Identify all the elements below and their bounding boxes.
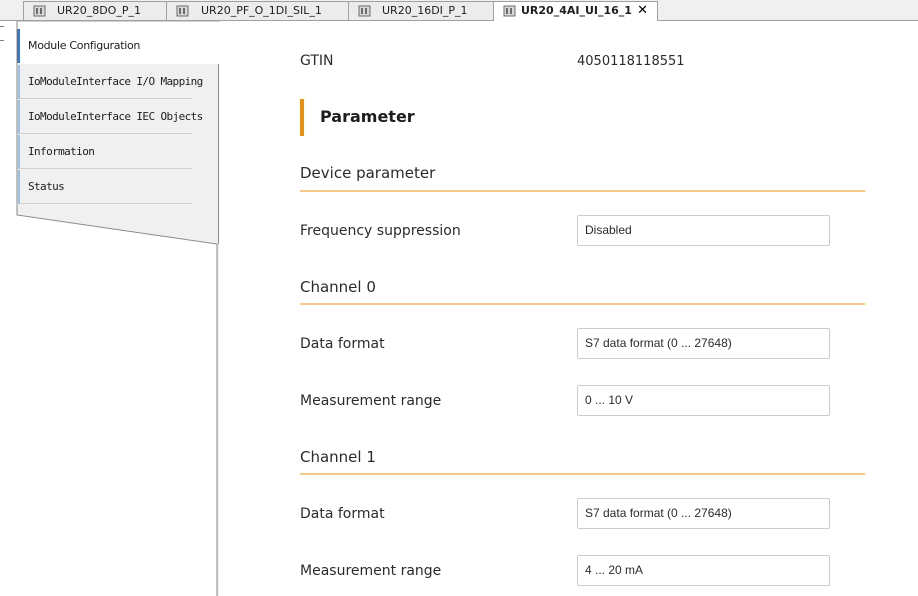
section-divider — [300, 190, 865, 192]
tab-label: UR20_8DO_P_1 — [57, 4, 141, 17]
parameter-heading: Parameter — [320, 107, 415, 126]
module-icon — [33, 5, 46, 17]
channel-0-data-format-field[interactable]: S7 data format (0 ... 27648) — [577, 328, 830, 359]
section-title-device-parameter: Device parameter — [300, 164, 436, 182]
nav-item-module-configuration[interactable]: Module Configuration — [17, 29, 217, 63]
tab-ur20-16di-p-1[interactable]: UR20_16DI_P_1 — [348, 1, 494, 20]
module-icon — [358, 5, 371, 17]
channel-1-data-format-label: Data format — [300, 506, 385, 522]
left-navigation: Module Configuration IoModuleInterface I… — [0, 21, 220, 596]
module-icon — [503, 5, 516, 17]
gtin-value: 4050118118551 — [577, 54, 685, 69]
channel-0-data-format-label: Data format — [300, 336, 385, 352]
nav-item-io-mapping[interactable]: IoModuleInterface I/O Mapping — [17, 65, 203, 99]
channel-0-measurement-range-field[interactable]: 0 ... 10 V — [577, 385, 830, 416]
nav-item-information[interactable]: Information — [17, 135, 192, 169]
gtin-label: GTIN — [300, 53, 334, 69]
section-divider — [300, 303, 865, 305]
section-title-channel-0: Channel 0 — [300, 278, 376, 296]
section-divider — [300, 473, 865, 475]
channel-1-measurement-range-field[interactable]: 4 ... 20 mA — [577, 555, 830, 586]
section-title-channel-1: Channel 1 — [300, 448, 376, 466]
frequency-suppression-field[interactable]: Disabled — [577, 215, 830, 246]
tab-label: UR20_PF_O_1DI_SIL_1 — [201, 4, 322, 17]
channel-1-data-format-field[interactable]: S7 data format (0 ... 27648) — [577, 498, 830, 529]
tab-label: UR20_4AI_UI_16_1 — [521, 4, 632, 17]
close-icon[interactable]: ✕ — [637, 2, 648, 20]
channel-1-measurement-range-label: Measurement range — [300, 563, 442, 579]
nav-item-status[interactable]: Status — [17, 170, 192, 204]
editor-tab-strip: UR20_8DO_P_1 UR20_PF_O_1DI_SIL_1 UR20_16… — [0, 0, 918, 21]
tab-label: UR20_16DI_P_1 — [382, 4, 468, 17]
tab-ur20-4ai-ui-16-1[interactable]: UR20_4AI_UI_16_1 ✕ — [493, 1, 658, 21]
frequency-suppression-label: Frequency suppression — [300, 223, 461, 239]
nav-item-iec-objects[interactable]: IoModuleInterface IEC Objects — [17, 100, 203, 134]
section-accent-bar — [300, 99, 304, 136]
tab-ur20-pf-o-1di-sil-1[interactable]: UR20_PF_O_1DI_SIL_1 — [166, 1, 350, 20]
module-icon — [176, 5, 189, 17]
tab-ur20-8do-p-1[interactable]: UR20_8DO_P_1 — [23, 1, 168, 20]
channel-0-measurement-range-label: Measurement range — [300, 393, 442, 409]
